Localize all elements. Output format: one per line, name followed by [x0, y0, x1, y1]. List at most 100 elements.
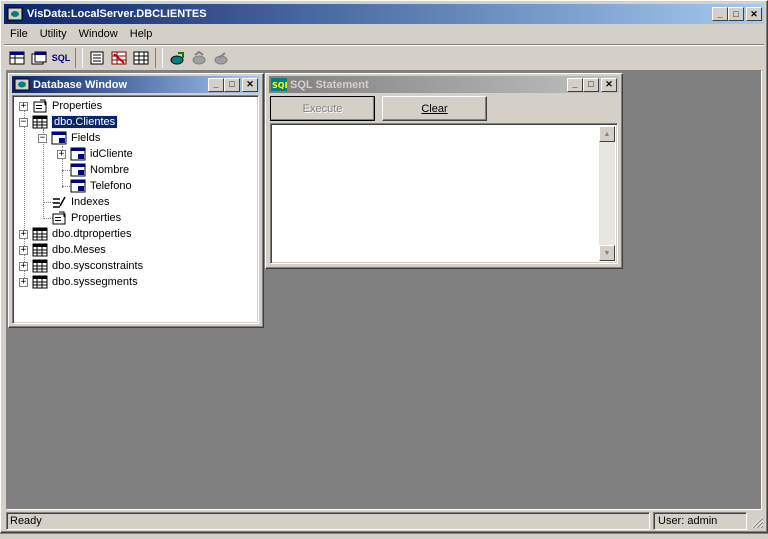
collapse-icon[interactable]: − — [19, 117, 28, 127]
resize-grip-icon[interactable] — [750, 515, 764, 529]
fields-icon — [51, 131, 67, 145]
indexes-icon — [53, 196, 66, 208]
tree-item-idcliente[interactable]: + idCliente — [57, 146, 133, 162]
tree-item-dbo-dtproperties[interactable]: + dbo.dtproperties — [19, 226, 132, 242]
status-user: User: admin — [658, 515, 718, 527]
expand-icon[interactable]: + — [19, 245, 28, 255]
sql-close-button[interactable]: ✕ — [601, 77, 617, 92]
sql-window-title: SQL Statement — [290, 78, 369, 91]
tree-item-label: Fields — [71, 132, 101, 144]
clear-button[interactable]: Clear — [382, 96, 487, 121]
db-close-button[interactable]: ✕ — [242, 77, 258, 92]
data-control-button[interactable] — [86, 47, 108, 69]
tree-item-label: Indexes — [71, 196, 110, 208]
scroll-up-button[interactable]: ▲ — [599, 126, 615, 142]
toolbar-separator — [155, 48, 163, 68]
sql-button[interactable]: SQL — [50, 47, 72, 69]
status-text: Ready — [10, 515, 42, 527]
tree-item-label: dbo.Meses — [52, 244, 106, 256]
arrow-up-icon: ▲ — [603, 130, 611, 138]
collapse-icon[interactable]: − — [38, 133, 47, 143]
execute-button[interactable]: Execute — [270, 96, 375, 121]
tree-item-indexes[interactable]: Indexes — [51, 194, 110, 210]
maximize-icon: □ — [733, 8, 739, 19]
dbgrid-icon — [111, 51, 127, 65]
menu-help[interactable]: Help — [124, 25, 159, 43]
expand-icon[interactable]: + — [19, 229, 28, 239]
table-type-button[interactable] — [6, 47, 28, 69]
close-icon: ✕ — [750, 8, 758, 19]
execute-button-label: Execute — [302, 102, 343, 115]
tree-item-label: Nombre — [90, 164, 130, 176]
begin-transaction-icon — [170, 52, 184, 65]
dynaset-type-button[interactable] — [28, 47, 50, 69]
db-minimize-button[interactable]: _ — [208, 77, 224, 92]
menu-bar: File Utility Window Help — [4, 25, 764, 43]
maximize-icon: □ — [588, 79, 594, 89]
field-icon — [70, 163, 86, 177]
arrow-down-icon: ▼ — [603, 249, 611, 257]
scroll-down-button[interactable]: ▼ — [599, 245, 615, 261]
tree-item-table-properties[interactable]: Properties — [51, 210, 121, 226]
database-window-title: Database Window — [33, 78, 128, 91]
tree-item-nombre[interactable]: Nombre — [70, 162, 129, 178]
tree-item-dbo-clientes[interactable]: − dbo.Clientes — [19, 114, 119, 130]
tree-item-label: dbo.syssegments — [52, 276, 138, 288]
db-maximize-button[interactable]: □ — [224, 77, 240, 92]
menu-window[interactable]: Window — [73, 25, 124, 43]
sql-scrollbar[interactable]: ▲ ▼ — [599, 126, 615, 261]
clear-button-label: Clear — [421, 102, 448, 115]
commit-button — [188, 47, 210, 69]
menu-file[interactable]: File — [4, 25, 34, 43]
app-icon — [7, 7, 23, 21]
minimize-icon: _ — [717, 8, 723, 19]
expand-icon[interactable]: + — [19, 101, 28, 111]
sql-window-title-bar[interactable]: SQL SQL Statement _ □ ✕ — [269, 76, 619, 93]
svg-text:SQL: SQL — [272, 81, 287, 90]
menu-utility[interactable]: Utility — [34, 25, 73, 43]
sql-text-area[interactable]: ▲ ▼ — [270, 123, 618, 264]
tree-item-dbo-syssegments[interactable]: + dbo.syssegments — [19, 274, 138, 290]
database-window-title-bar[interactable]: Database Window _ □ ✕ — [12, 76, 260, 93]
table-icon — [32, 259, 48, 273]
grid-button[interactable] — [130, 47, 152, 69]
field-icon — [70, 179, 86, 193]
sql-icon: SQL — [51, 53, 71, 63]
main-title-bar[interactable]: VisData:LocalServer.DBCLIENTES _ □ ✕ — [4, 4, 764, 24]
table-icon — [32, 275, 48, 289]
tree-item-label: dbo.sysconstraints — [52, 260, 144, 272]
expand-icon[interactable]: + — [57, 149, 66, 159]
database-window-icon — [14, 78, 30, 91]
table-type-icon — [9, 51, 25, 65]
tree-item-dbo-sysconstraints[interactable]: + dbo.sysconstraints — [19, 258, 143, 274]
tree-item-label: idCliente — [90, 148, 133, 160]
maximize-button[interactable]: □ — [728, 7, 744, 21]
background-strip — [0, 533, 768, 539]
minimize-button[interactable]: _ — [712, 7, 728, 21]
close-button[interactable]: ✕ — [746, 7, 762, 21]
begin-transaction-button[interactable] — [166, 47, 188, 69]
tree-item-label: Properties — [52, 100, 103, 112]
close-icon: ✕ — [605, 79, 613, 89]
toolbar: SQL — [6, 47, 246, 69]
tree-item-telefono[interactable]: Telefono — [70, 178, 132, 194]
maximize-icon: □ — [229, 79, 235, 89]
dynaset-type-icon — [31, 51, 47, 65]
expand-icon[interactable]: + — [19, 261, 28, 271]
minimize-icon: _ — [572, 79, 578, 89]
tree-item-dbo-meses[interactable]: + dbo.Meses — [19, 242, 106, 258]
status-panel-user: User: admin — [653, 512, 747, 530]
sql-maximize-button[interactable]: □ — [583, 77, 599, 92]
tree-item-fields[interactable]: − Fields — [38, 130, 100, 146]
commit-icon — [192, 51, 206, 65]
tree-item-label: dbo.Clientes — [50, 115, 119, 129]
grid-icon — [133, 51, 149, 65]
tree-item-properties[interactable]: + Properties — [19, 98, 102, 114]
database-tree[interactable]: + Properties − dbo.Clientes − Fields + i… — [12, 95, 259, 324]
sql-minimize-button[interactable]: _ — [567, 77, 583, 92]
tree-item-label: Telefono — [90, 180, 132, 192]
minimize-icon: _ — [213, 79, 219, 89]
close-icon: ✕ — [246, 79, 254, 89]
expand-icon[interactable]: + — [19, 277, 28, 287]
dbgrid-button[interactable] — [108, 47, 130, 69]
